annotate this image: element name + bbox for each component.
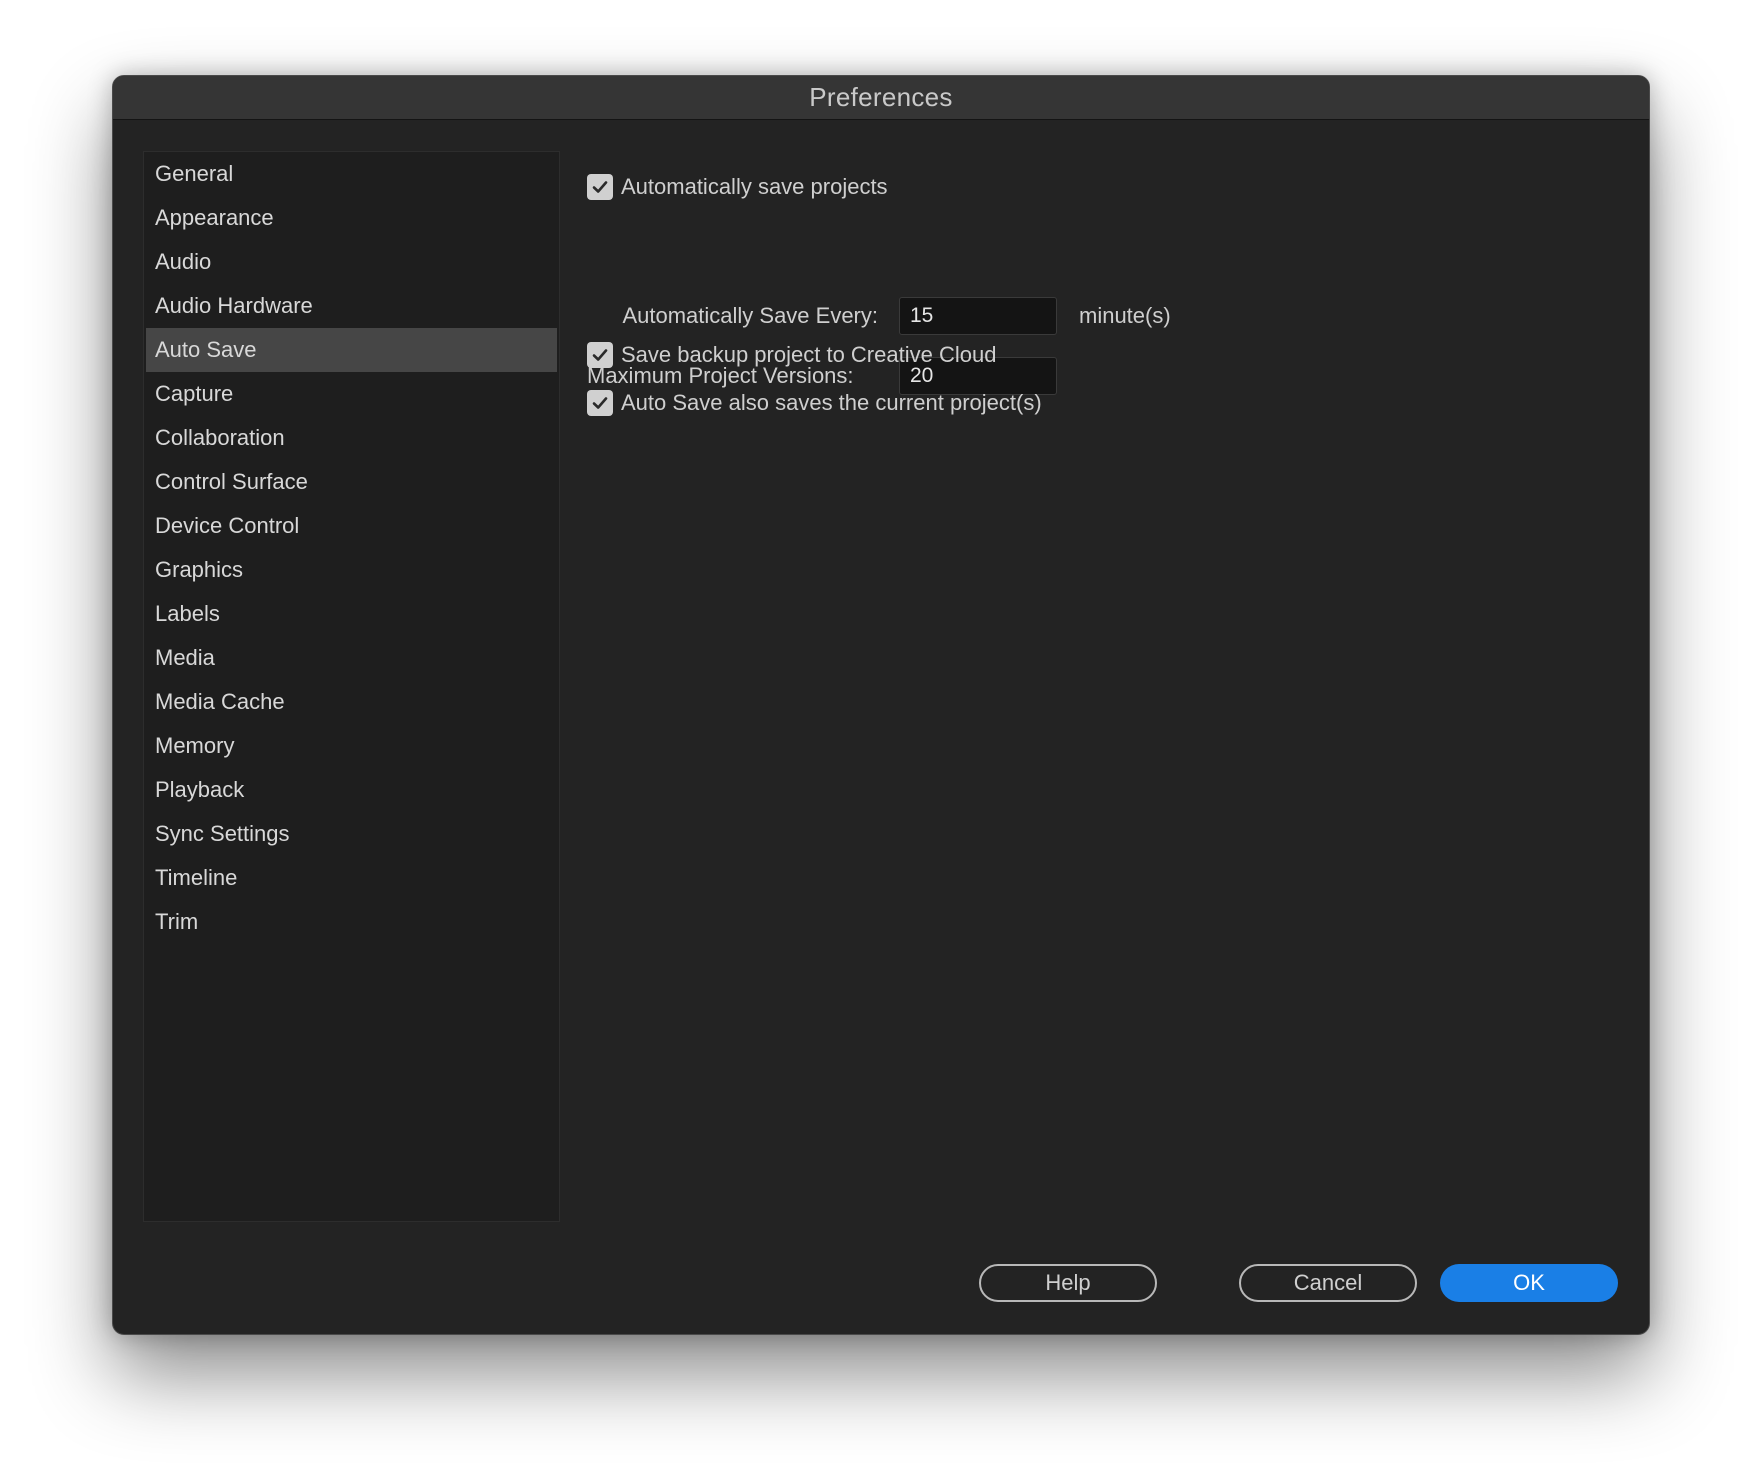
backup-creative-cloud-label: Save backup project to Creative Cloud — [621, 342, 997, 367]
ok-button[interactable]: OK — [1440, 1264, 1618, 1302]
sidebar-item-appearance[interactable]: Appearance — [146, 196, 557, 240]
sidebar-item-media[interactable]: Media — [146, 636, 557, 680]
sidebar-item-playback[interactable]: Playback — [146, 768, 557, 812]
checkmark-icon — [592, 349, 608, 361]
preferences-dialog: Preferences General Appearance Audio Aud… — [112, 75, 1650, 1335]
title-bar: Preferences — [113, 76, 1649, 120]
checkmark-icon — [592, 181, 608, 193]
preferences-sidebar: General Appearance Audio Audio Hardware … — [143, 151, 560, 1222]
sidebar-item-capture[interactable]: Capture — [146, 372, 557, 416]
auto-save-projects-row[interactable]: Automatically save projects — [587, 174, 888, 200]
sidebar-item-timeline[interactable]: Timeline — [146, 856, 557, 900]
save-every-row: Automatically Save Every: minute(s) — [587, 297, 1171, 335]
sidebar-item-device-control[interactable]: Device Control — [146, 504, 557, 548]
saves-current-checkbox[interactable] — [587, 390, 613, 416]
sidebar-item-labels[interactable]: Labels — [146, 592, 557, 636]
backup-creative-cloud-row[interactable]: Save backup project to Creative Cloud — [587, 342, 996, 368]
sidebar-item-sync-settings[interactable]: Sync Settings — [146, 812, 557, 856]
sidebar-item-trim[interactable]: Trim — [146, 900, 557, 944]
sidebar-item-memory[interactable]: Memory — [146, 724, 557, 768]
save-every-input[interactable] — [899, 297, 1057, 335]
auto-save-projects-checkbox[interactable] — [587, 174, 613, 200]
sidebar-item-auto-save[interactable]: Auto Save — [146, 328, 557, 372]
backup-creative-cloud-checkbox[interactable] — [587, 342, 613, 368]
sidebar-item-audio-hardware[interactable]: Audio Hardware — [146, 284, 557, 328]
sidebar-item-control-surface[interactable]: Control Surface — [146, 460, 557, 504]
window-title: Preferences — [809, 82, 953, 112]
help-button[interactable]: Help — [979, 1264, 1157, 1302]
auto-save-projects-label: Automatically save projects — [621, 174, 888, 199]
sidebar-item-general[interactable]: General — [146, 152, 557, 196]
sidebar-item-media-cache[interactable]: Media Cache — [146, 680, 557, 724]
sidebar-item-graphics[interactable]: Graphics — [146, 548, 557, 592]
sidebar-item-collaboration[interactable]: Collaboration — [146, 416, 557, 460]
saves-current-label: Auto Save also saves the current project… — [621, 390, 1042, 415]
cancel-button[interactable]: Cancel — [1239, 1264, 1417, 1302]
save-every-label: Automatically Save Every: — [622, 303, 878, 328]
auto-save-panel: Automatically save projects Automaticall… — [587, 151, 1619, 1222]
save-every-unit: minute(s) — [1079, 303, 1171, 328]
saves-current-row[interactable]: Auto Save also saves the current project… — [587, 390, 1042, 416]
sidebar-item-audio[interactable]: Audio — [146, 240, 557, 284]
checkmark-icon — [592, 397, 608, 409]
